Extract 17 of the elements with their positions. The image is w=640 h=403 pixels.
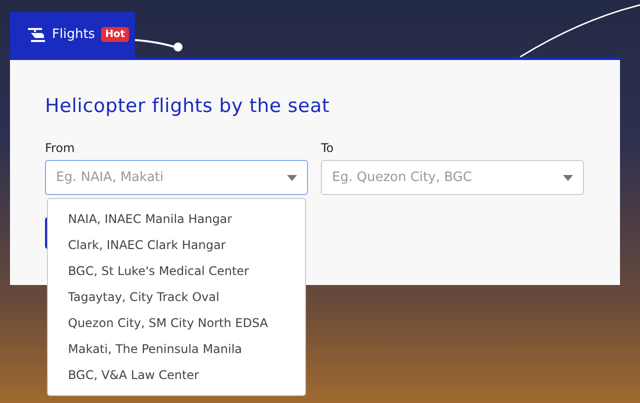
helicopter-icon	[28, 28, 46, 42]
caret-icon	[563, 174, 573, 180]
field-label: From	[45, 141, 76, 155]
dropdown-option[interactable]: Quezon City, SM City North EDSA	[48, 310, 305, 336]
caret-icon	[287, 174, 297, 180]
route-line-drawing	[135, 38, 185, 52]
tab-label: Flights	[52, 27, 96, 42]
flights-tab[interactable]: Flights Hot	[10, 12, 135, 57]
dropdown-option[interactable]: Makati, The Peninsula Manila	[48, 336, 305, 362]
hot-badge: Hot	[101, 27, 130, 42]
field-label: To	[321, 141, 335, 155]
dropdown-option[interactable]: Clark, INAEC Clark Hangar	[48, 232, 305, 258]
card-title: Helicopter flights by the seat	[45, 95, 331, 117]
dropdown-option[interactable]: NAIA, INAEC Manila Hangar	[48, 206, 305, 232]
dropdown-option[interactable]: Tagaytay, City Track Oval	[48, 284, 305, 310]
dropdown-option[interactable]: BGC, St Luke's Medical Center	[48, 258, 305, 284]
dropdown-option[interactable]: BGC, V&A Law Center	[48, 362, 305, 388]
